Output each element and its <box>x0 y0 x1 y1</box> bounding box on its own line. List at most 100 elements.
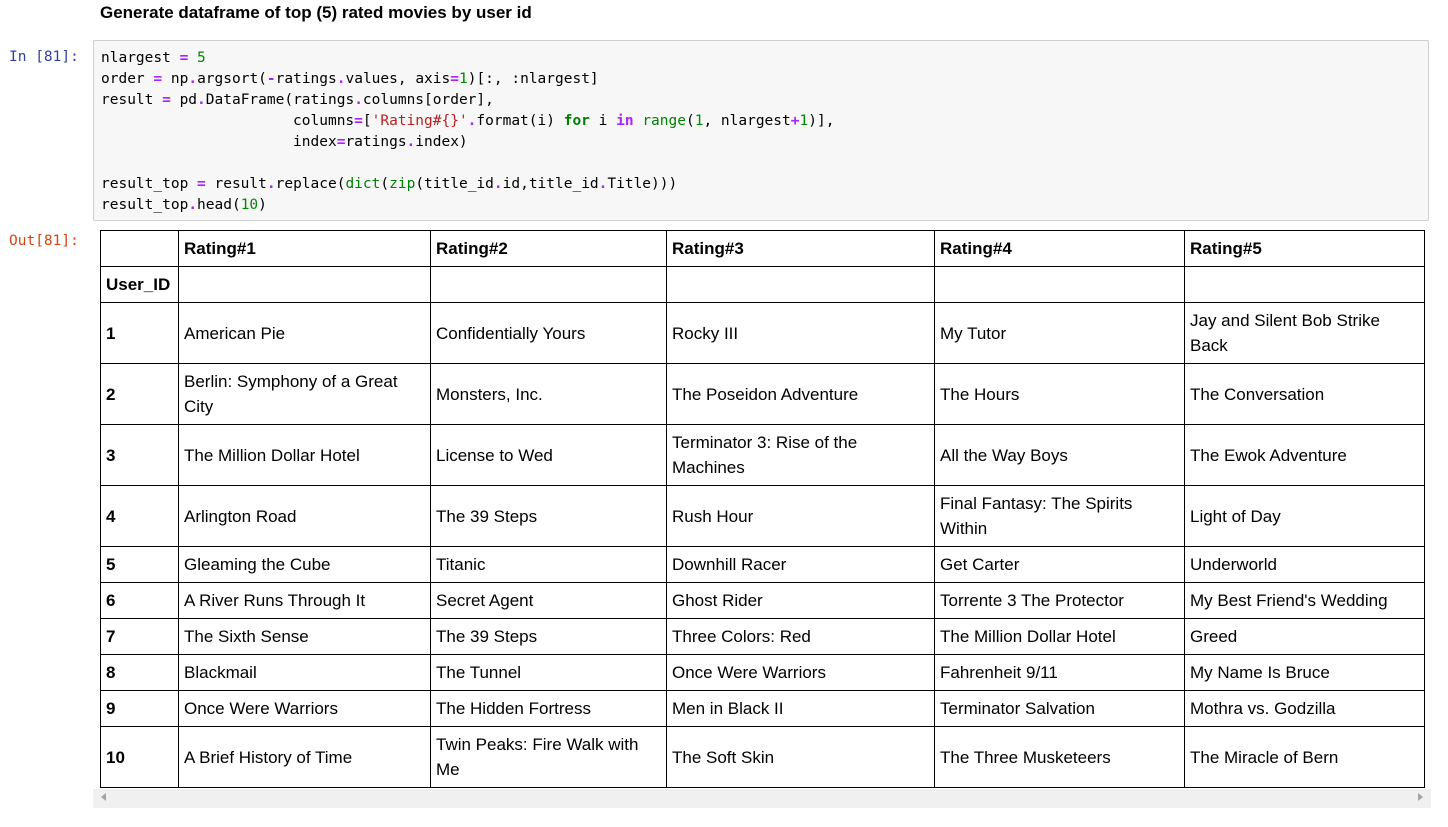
table-cell: Rush Hour <box>666 485 935 547</box>
table-cell: The Miracle of Bern <box>1184 726 1425 788</box>
row-index: 3 <box>100 424 179 486</box>
table-cell: Final Fantasy: The Spirits Within <box>934 485 1185 547</box>
row-index: 8 <box>100 654 179 691</box>
index-name-row: User_ID <box>100 266 1425 303</box>
row-index: 1 <box>100 302 179 364</box>
row-index: 9 <box>100 690 179 727</box>
row-index: 2 <box>100 363 179 425</box>
table-cell: The Hours <box>934 363 1185 425</box>
table-cell: Once Were Warriors <box>178 690 431 727</box>
table-cell: License to Wed <box>430 424 667 486</box>
table-cell: The Million Dollar Hotel <box>934 618 1185 655</box>
table-cell: American Pie <box>178 302 431 364</box>
table-row: 7 The Sixth Sense The 39 Steps Three Col… <box>100 618 1425 655</box>
table-cell: My Tutor <box>934 302 1185 364</box>
table-row: 8 Blackmail The Tunnel Once Were Warrior… <box>100 654 1425 691</box>
table-row: 10 A Brief History of Time Twin Peaks: F… <box>100 726 1425 788</box>
horizontal-scrollbar[interactable] <box>93 789 1431 808</box>
row-index: 5 <box>100 546 179 583</box>
table-cell: Terminator 3: Rise of the Machines <box>666 424 935 486</box>
code-line-2: order = np.argsort(-ratings.values, axis… <box>101 71 599 87</box>
table-cell: Ghost Rider <box>666 582 935 619</box>
table-cell: The Poseidon Adventure <box>666 363 935 425</box>
code-line-8: result_top.head(10) <box>101 197 267 213</box>
table-cell: Secret Agent <box>430 582 667 619</box>
table-cell: The Million Dollar Hotel <box>178 424 431 486</box>
column-header: Rating#2 <box>430 230 667 267</box>
index-name-header: User_ID <box>100 266 179 303</box>
table-row: 3 The Million Dollar Hotel License to We… <box>100 424 1425 486</box>
output-area: Rating#1 Rating#2 Rating#3 Rating#4 Rati… <box>93 224 1431 808</box>
corner-header <box>100 230 179 267</box>
empty-header <box>934 266 1185 303</box>
empty-header <box>430 266 667 303</box>
table-cell: Fahrenheit 9/11 <box>934 654 1185 691</box>
code-line-7: result_top = result.replace(dict(zip(tit… <box>101 176 678 192</box>
table-cell: All the Way Boys <box>934 424 1185 486</box>
empty-header <box>1184 266 1425 303</box>
code-line-3: result = pd.DataFrame(ratings.columns[or… <box>101 92 494 108</box>
table-cell: The 39 Steps <box>430 485 667 547</box>
table-row: 6 A River Runs Through It Secret Agent G… <box>100 582 1425 619</box>
table-cell: The 39 Steps <box>430 618 667 655</box>
table-cell: Terminator Salvation <box>934 690 1185 727</box>
table-cell: Torrente 3 The Protector <box>934 582 1185 619</box>
empty-header <box>666 266 935 303</box>
table-cell: The Sixth Sense <box>178 618 431 655</box>
table-cell: Arlington Road <box>178 485 431 547</box>
table-row: 5 Gleaming the Cube Titanic Downhill Rac… <box>100 546 1425 583</box>
table-cell: My Best Friend's Wedding <box>1184 582 1425 619</box>
column-header-row: Rating#1 Rating#2 Rating#3 Rating#4 Rati… <box>100 230 1425 267</box>
table-cell: The Three Musketeers <box>934 726 1185 788</box>
output-prompt: Out[81]: <box>9 233 79 249</box>
column-header: Rating#1 <box>178 230 431 267</box>
table-cell: Twin Peaks: Fire Walk with Me <box>430 726 667 788</box>
code-line-4: columns=['Rating#{}'.format(i) for i in … <box>101 113 835 129</box>
row-index: 6 <box>100 582 179 619</box>
table-cell: Mothra vs. Godzilla <box>1184 690 1425 727</box>
chevron-left-icon[interactable] <box>101 793 106 801</box>
table-row: 9 Once Were Warriors The Hidden Fortress… <box>100 690 1425 727</box>
table-cell: Confidentially Yours <box>430 302 667 364</box>
dataframe-table: Rating#1 Rating#2 Rating#3 Rating#4 Rati… <box>100 230 1425 788</box>
table-cell: The Tunnel <box>430 654 667 691</box>
table-cell: The Conversation <box>1184 363 1425 425</box>
row-index: 10 <box>100 726 179 788</box>
code-editor[interactable]: nlargest = 5 order = np.argsort(-ratings… <box>93 40 1429 221</box>
table-cell: The Hidden Fortress <box>430 690 667 727</box>
chevron-right-icon[interactable] <box>1418 793 1423 801</box>
markdown-heading: Generate dataframe of top (5) rated movi… <box>100 3 532 22</box>
table-cell: My Name Is Bruce <box>1184 654 1425 691</box>
column-header: Rating#3 <box>666 230 935 267</box>
table-cell: Rocky III <box>666 302 935 364</box>
input-prompt: In [81]: <box>9 49 79 65</box>
table-cell: Once Were Warriors <box>666 654 935 691</box>
table-cell: A Brief History of Time <box>178 726 431 788</box>
code-text[interactable]: nlargest = 5 order = np.argsort(-ratings… <box>94 41 1428 216</box>
table-cell: Downhill Racer <box>666 546 935 583</box>
table-cell: Greed <box>1184 618 1425 655</box>
table-cell: Gleaming the Cube <box>178 546 431 583</box>
table-cell: Berlin: Symphony of a Great City <box>178 363 431 425</box>
column-header: Rating#4 <box>934 230 1185 267</box>
table-row: 1 American Pie Confidentially Yours Rock… <box>100 302 1425 364</box>
table-cell: Monsters, Inc. <box>430 363 667 425</box>
table-cell: A River Runs Through It <box>178 582 431 619</box>
empty-header <box>178 266 431 303</box>
table-cell: The Soft Skin <box>666 726 935 788</box>
table-cell: Light of Day <box>1184 485 1425 547</box>
row-index: 4 <box>100 485 179 547</box>
row-index: 7 <box>100 618 179 655</box>
code-line-5: index=ratings.index) <box>101 134 468 150</box>
table-cell: Men in Black II <box>666 690 935 727</box>
table-cell: Underworld <box>1184 546 1425 583</box>
column-header: Rating#5 <box>1184 230 1425 267</box>
code-line-1: nlargest = 5 <box>101 50 206 66</box>
table-cell: Titanic <box>430 546 667 583</box>
table-row: 4 Arlington Road The 39 Steps Rush Hour … <box>100 485 1425 547</box>
table-row: 2 Berlin: Symphony of a Great City Monst… <box>100 363 1425 425</box>
table-cell: Three Colors: Red <box>666 618 935 655</box>
table-cell: Blackmail <box>178 654 431 691</box>
table-cell: The Ewok Adventure <box>1184 424 1425 486</box>
table-cell: Get Carter <box>934 546 1185 583</box>
